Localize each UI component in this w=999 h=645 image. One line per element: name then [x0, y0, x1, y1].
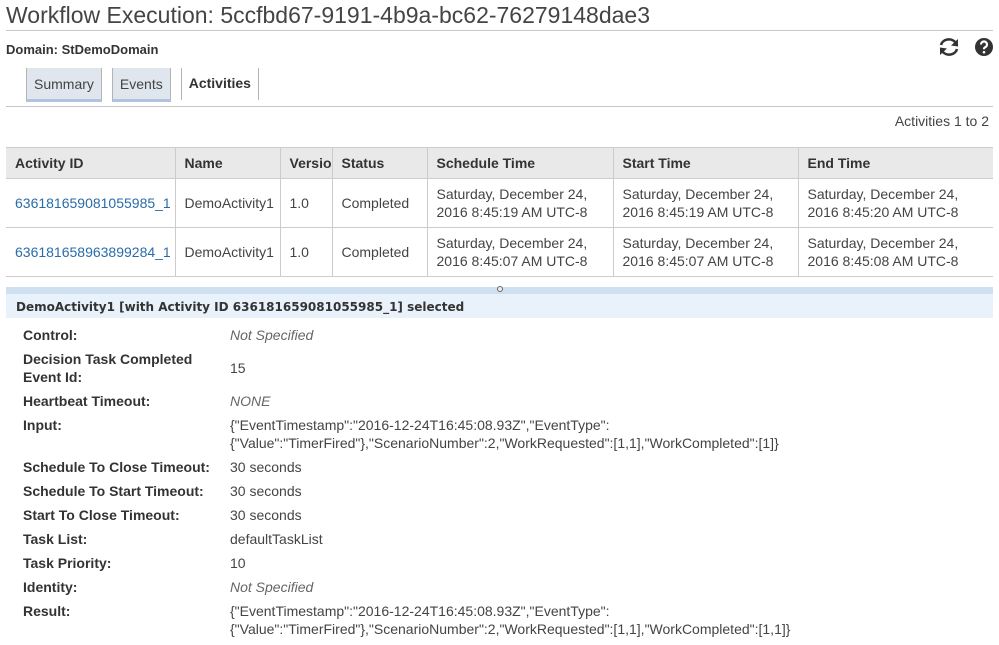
tab-bar: Summary Events Activities — [26, 68, 259, 102]
domain-value: StDemoDomain — [61, 42, 159, 57]
page-title: Workflow Execution: 5ccfbd67-9191-4b9a-b… — [6, 2, 651, 28]
column-header-start-time[interactable]: Start Time — [613, 147, 799, 179]
schedule-to-start-label: Schedule To Start Timeout: — [23, 483, 204, 499]
activity-status: Completed — [332, 178, 428, 228]
task-list-label: Task List: — [23, 531, 88, 547]
input-value-line-1: {"EventTimestamp":"2016-12-24T16:45:08.9… — [230, 417, 610, 433]
task-priority-value: 10 — [230, 555, 246, 571]
column-header-schedule-time[interactable]: Schedule Time — [427, 147, 614, 179]
start-to-close-value: 30 seconds — [230, 507, 302, 523]
heartbeat-timeout-value: NONE — [230, 393, 271, 409]
splitter-handle[interactable] — [497, 286, 503, 292]
decision-task-value: 15 — [230, 360, 246, 376]
schedule-time: Saturday, December 24, 2016 8:45:07 AM U… — [427, 227, 614, 277]
column-header-version[interactable]: Version — [280, 147, 333, 179]
activity-name: DemoActivity1 — [175, 227, 281, 277]
table-row[interactable]: 636181658963899284_1 DemoActivity1 1.0 C… — [6, 227, 993, 277]
help-icon[interactable] — [974, 37, 994, 57]
domain-line: Domain: StDemoDomain — [6, 42, 158, 57]
schedule-to-start-value: 30 seconds — [230, 483, 302, 499]
column-header-status[interactable]: Status — [332, 147, 428, 179]
tab-activities[interactable]: Activities — [180, 68, 259, 100]
tab-summary[interactable]: Summary — [26, 68, 102, 102]
result-value-line-1: {"EventTimestamp":"2016-12-24T16:45:08.9… — [230, 603, 610, 619]
control-value: Not Specified — [230, 327, 314, 343]
task-priority-label: Task Priority: — [23, 555, 112, 571]
heartbeat-timeout-label: Heartbeat Timeout: — [23, 393, 151, 409]
activity-name: DemoActivity1 — [175, 178, 281, 228]
activities-table: Activity ID Name Version Status Schedule… — [6, 147, 993, 277]
identity-label: Identity: — [23, 579, 78, 595]
start-to-close-label: Start To Close Timeout: — [23, 507, 180, 523]
tab-events[interactable]: Events — [111, 68, 171, 102]
result-value-line-2: {"Value":"TimerFired"},"ScenarioNumber":… — [230, 621, 791, 637]
result-label: Result: — [23, 603, 71, 619]
refresh-icon[interactable] — [937, 36, 961, 58]
end-time: Saturday, December 24, 2016 8:45:20 AM U… — [798, 178, 993, 228]
column-header-activity-id[interactable]: Activity ID — [6, 147, 176, 179]
pane-splitter[interactable] — [6, 286, 993, 294]
identity-value: Not Specified — [230, 579, 314, 595]
activity-status: Completed — [332, 227, 428, 277]
tabs-divider — [6, 106, 993, 107]
control-label: Control: — [23, 327, 78, 343]
schedule-time: Saturday, December 24, 2016 8:45:19 AM U… — [427, 178, 614, 228]
activity-version: 1.0 — [280, 227, 333, 277]
end-time: Saturday, December 24, 2016 8:45:08 AM U… — [798, 227, 993, 277]
title-divider — [6, 30, 993, 31]
column-header-end-time[interactable]: End Time — [798, 147, 993, 179]
schedule-to-close-label: Schedule To Close Timeout: — [23, 459, 210, 475]
selection-header: DemoActivity1 [with Activity ID 63618165… — [6, 294, 993, 318]
column-header-name[interactable]: Name — [175, 147, 281, 179]
decision-task-label-line-2: Event Id: — [23, 369, 83, 385]
start-time: Saturday, December 24, 2016 8:45:19 AM U… — [613, 178, 799, 228]
decision-task-label: Decision Task Completed — [23, 351, 193, 367]
domain-label: Domain: — [6, 42, 58, 57]
task-list-value: defaultTaskList — [230, 531, 323, 547]
input-value-line-2: {"Value":"TimerFired"},"ScenarioNumber":… — [230, 435, 779, 451]
table-header-row: Activity ID Name Version Status Schedule… — [6, 147, 993, 179]
activity-id-link[interactable]: 636181659081055985_1 — [6, 178, 176, 228]
paging-info: Activities 1 to 2 — [894, 113, 989, 129]
input-label: Input: — [23, 417, 62, 433]
table-row[interactable]: 636181659081055985_1 DemoActivity1 1.0 C… — [6, 178, 993, 228]
activity-version: 1.0 — [280, 178, 333, 228]
schedule-to-close-value: 30 seconds — [230, 459, 302, 475]
activity-id-link[interactable]: 636181658963899284_1 — [6, 227, 176, 277]
start-time: Saturday, December 24, 2016 8:45:07 AM U… — [613, 227, 799, 277]
